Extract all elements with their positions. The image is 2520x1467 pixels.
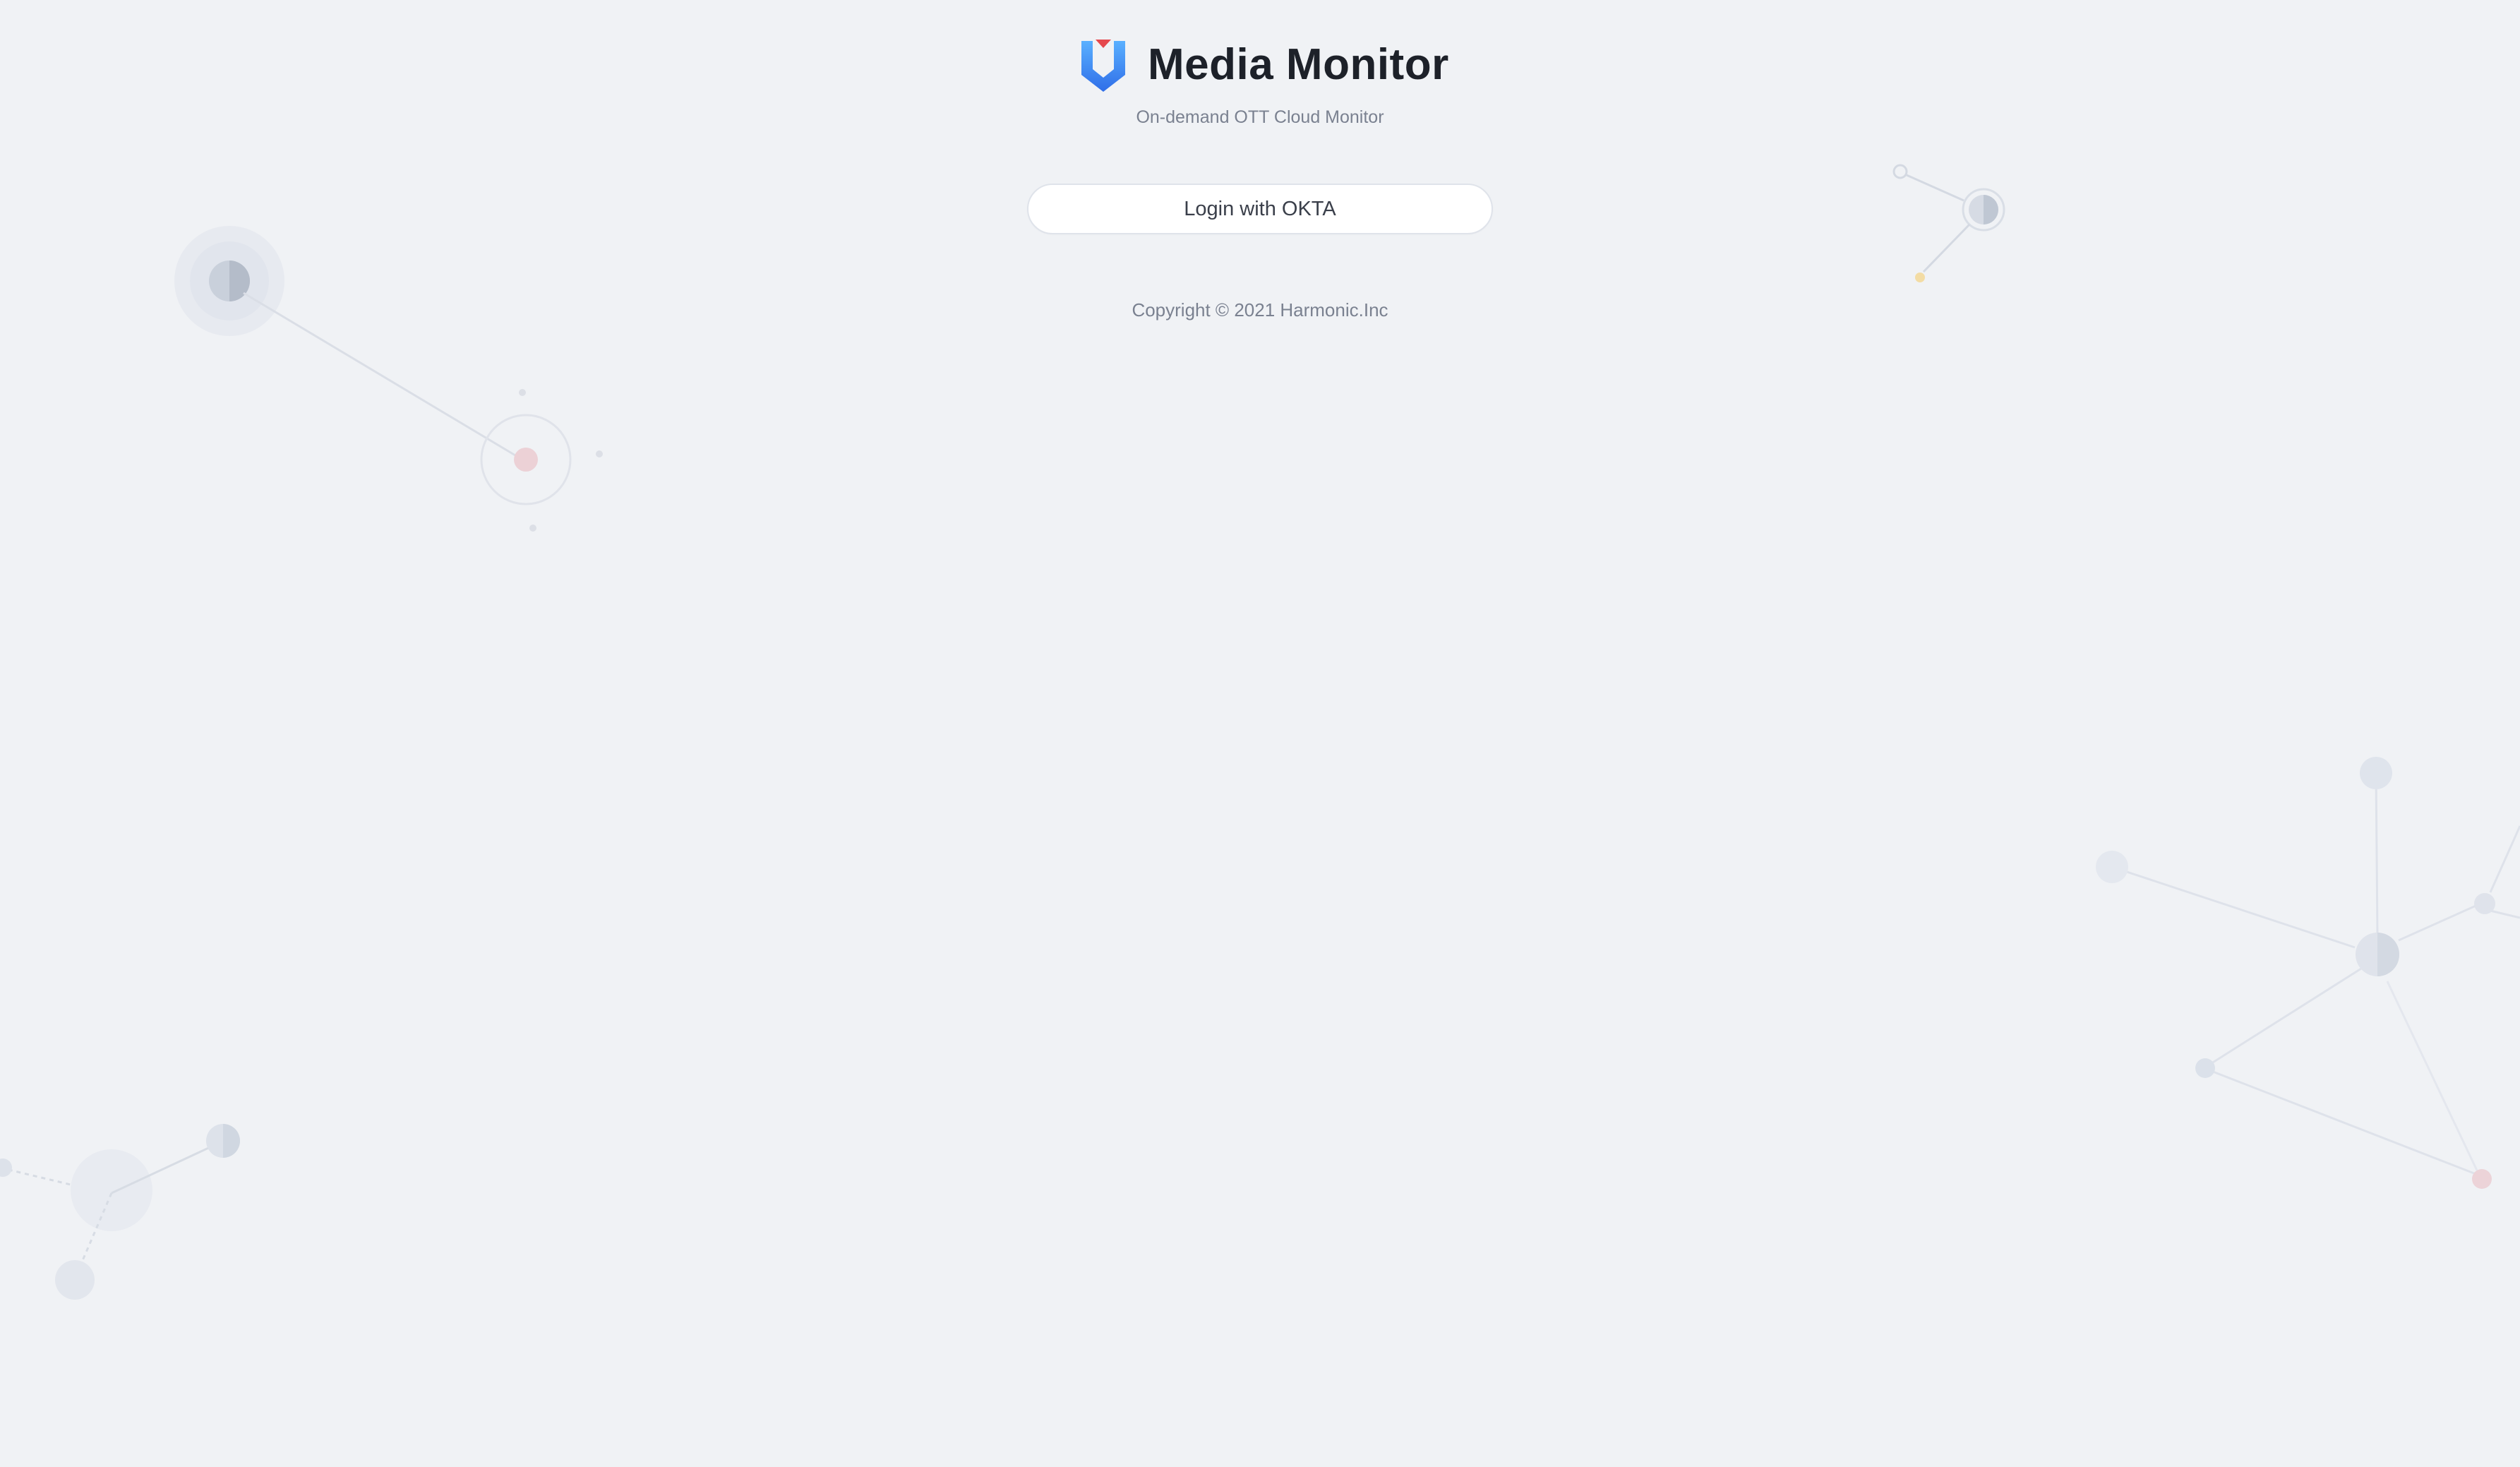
app-subtitle: On-demand OTT Cloud Monitor bbox=[1136, 107, 1384, 127]
login-page: Media Monitor On-demand OTT Cloud Monito… bbox=[0, 0, 2520, 1467]
decor-cluster-bottom-left bbox=[0, 1124, 240, 1300]
brand-header: Media Monitor bbox=[1080, 32, 1449, 96]
app-title: Media Monitor bbox=[1148, 40, 1449, 89]
decor-cluster-right bbox=[2096, 757, 2520, 1189]
copyright-text: Copyright © 2021 Harmonic.Inc bbox=[1132, 299, 1388, 321]
media-monitor-logo-icon bbox=[1081, 40, 1125, 92]
login-button-label: Login with OKTA bbox=[1184, 197, 1336, 220]
decor-cluster-top-right bbox=[1892, 164, 2005, 282]
decor-cluster-top-left bbox=[174, 226, 603, 532]
login-with-okta-button[interactable]: Login with OKTA bbox=[1027, 184, 1493, 234]
